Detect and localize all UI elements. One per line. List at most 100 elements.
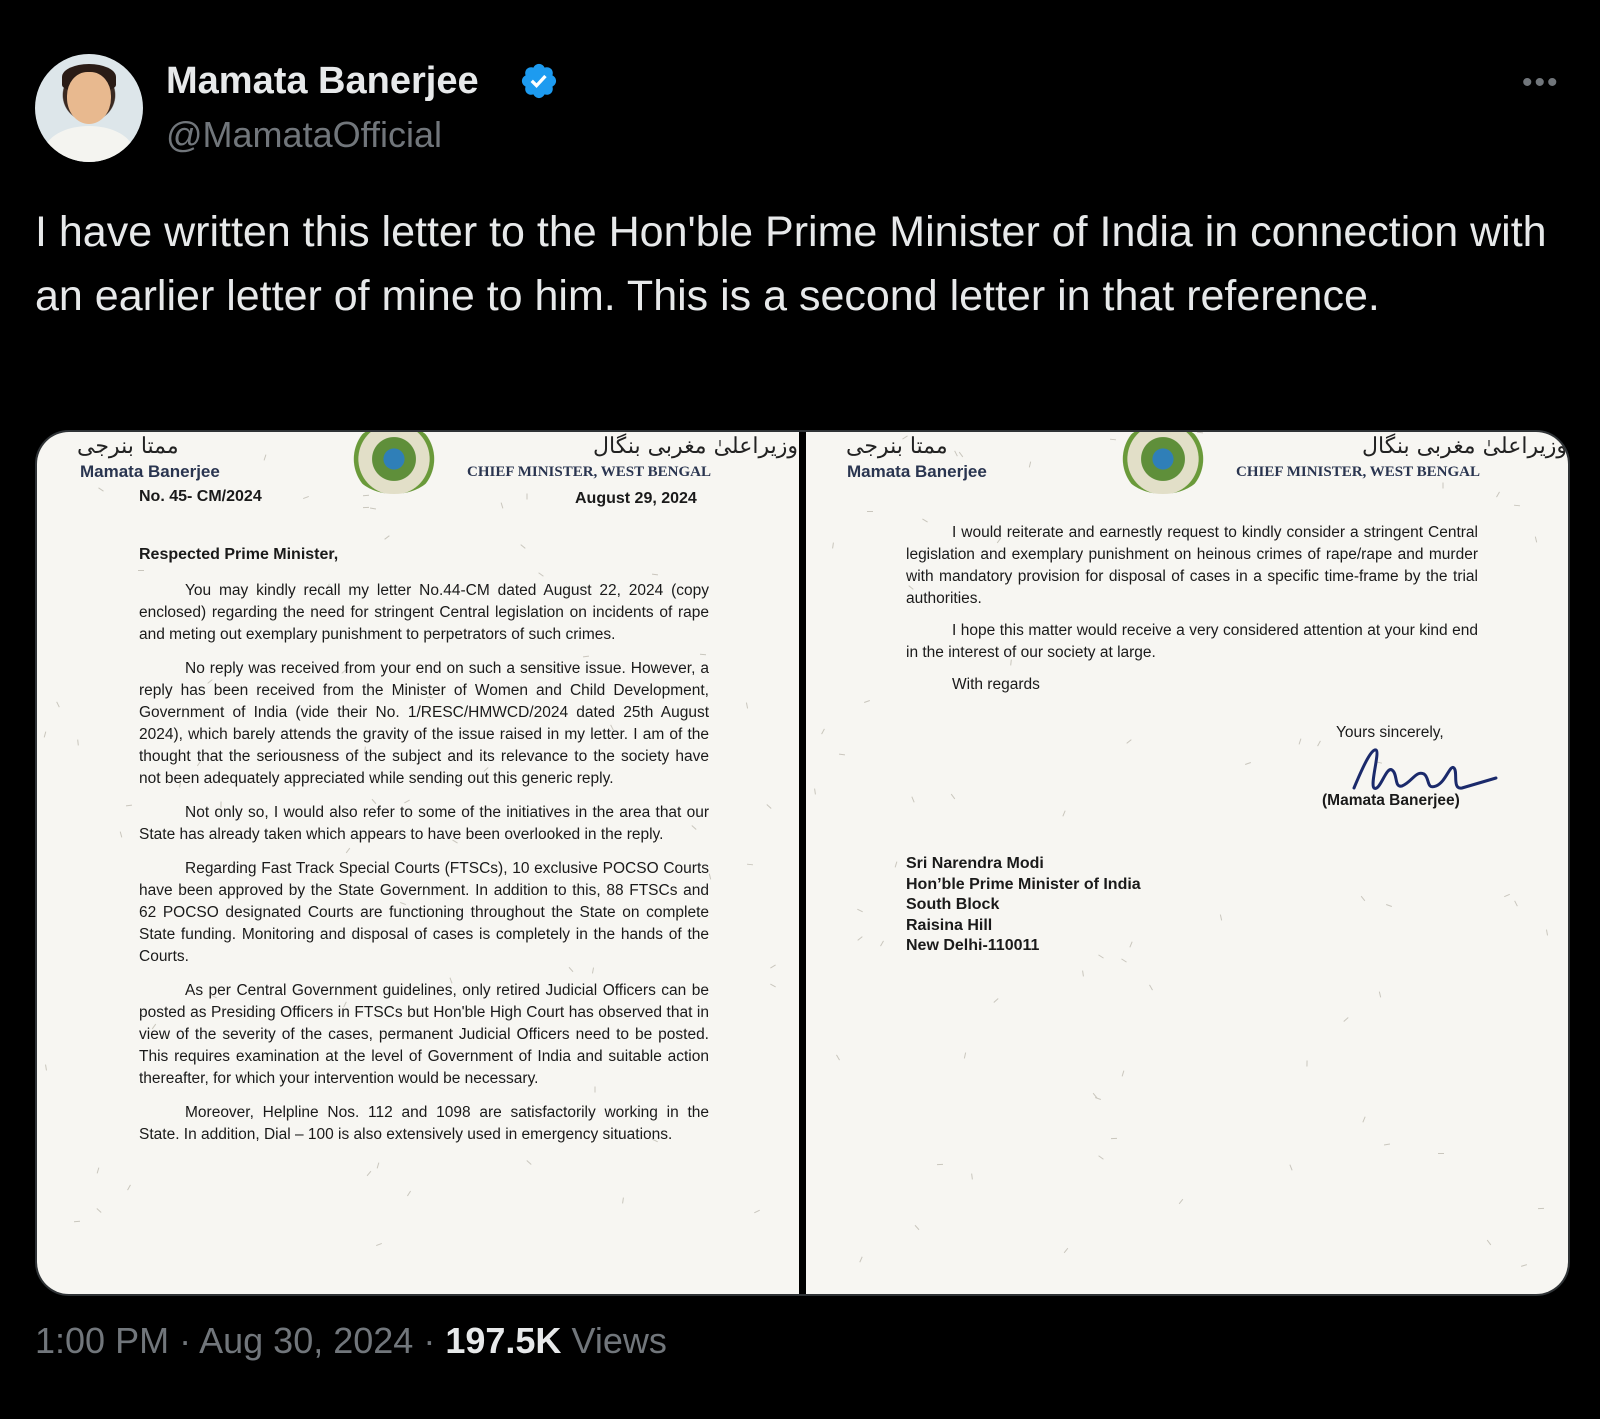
paper-fiber: [1513, 504, 1521, 507]
paper-fiber: [1520, 1264, 1528, 1267]
paper-fiber: [369, 507, 377, 510]
views-count[interactable]: 197.5K: [445, 1320, 561, 1361]
paper-fiber: [832, 542, 834, 549]
letter-number: No. 45- CM/2024: [139, 488, 262, 505]
views-label: Views: [571, 1320, 667, 1361]
paper-fiber: [963, 1052, 967, 1059]
tweet-text: I have written this letter to the Hon'bl…: [35, 208, 1547, 320]
avatar[interactable]: [35, 54, 143, 162]
paper-fiber: [526, 1160, 532, 1165]
address-line: Raisina Hill: [906, 916, 993, 934]
paper-fiber: [263, 454, 267, 461]
letterhead-title: CHIEF MINISTER, WEST BENGAL: [1236, 464, 1480, 480]
paragraph: I would reiterate and earnestly request …: [906, 524, 1478, 607]
paper-fiber: [127, 1184, 131, 1191]
paper-fiber: [56, 701, 60, 708]
paper-fiber: [1062, 810, 1066, 817]
paper-fiber: [125, 804, 133, 807]
paper-fiber: [745, 702, 749, 709]
paper-fiber: [1028, 461, 1032, 468]
paper-fiber: [119, 831, 123, 838]
paper-fiber: [303, 495, 309, 500]
paper-fiber: [1126, 739, 1132, 744]
letter-page-1[interactable]: ممتا بنرجی وزیراعلیٰ مغربی بنگال Mamata …: [37, 432, 799, 1294]
paper-fiber: [880, 940, 884, 947]
tweet-media[interactable]: ممتا بنرجی وزیراعلیٰ مغربی بنگال Mamata …: [35, 430, 1570, 1296]
paper-fiber: [1245, 762, 1251, 765]
letter-body: You may kindly recall my letter No.44-CM…: [139, 580, 709, 1158]
paper-fiber: [1383, 1143, 1391, 1146]
verified-badge-icon: [521, 63, 557, 99]
paper-fiber: [362, 506, 370, 509]
letterhead-name: Mamata Banerjee: [847, 462, 987, 481]
paper-fiber: [821, 728, 825, 735]
letterhead-urdu-title: وزیراعلیٰ مغربی بنگال: [1362, 434, 1567, 459]
paper-fiber: [1063, 1247, 1069, 1254]
paper-fiber: [866, 510, 874, 513]
paper-fiber: [538, 572, 544, 577]
regards: With regards: [952, 676, 1040, 693]
state-emblem-icon: [1118, 432, 1208, 494]
avatar-sari: [45, 126, 133, 162]
separator: ·: [179, 1320, 192, 1361]
paper-fiber: [836, 1054, 840, 1061]
paper-fiber: [1121, 958, 1127, 963]
more-options-icon[interactable]: •••: [1522, 66, 1560, 100]
tweet-date[interactable]: Aug 30, 2024: [199, 1320, 413, 1361]
paper-fiber: [1196, 432, 1204, 434]
paper-fiber: [1121, 1070, 1125, 1077]
tweet-meta: 1:00 PM · Aug 30, 2024 · 197.5K Views: [35, 1320, 667, 1362]
recipient-address: Sri Narendra Modi Hon’ble Prime Minister…: [906, 854, 1141, 957]
address-line: Sri Narendra Modi: [906, 855, 1044, 872]
salutation: Respected Prime Minister,: [139, 546, 339, 563]
paper-fiber: [766, 804, 772, 809]
paper-fiber: [954, 450, 958, 457]
paper-fiber: [1289, 1164, 1293, 1171]
closing: Yours sincerely,: [1336, 724, 1444, 741]
paper-fiber: [1534, 536, 1538, 543]
paper-fiber: [520, 544, 526, 549]
paper-fiber: [958, 451, 964, 458]
tweet-time[interactable]: 1:00 PM: [35, 1320, 169, 1361]
paper-fiber: [993, 998, 999, 1003]
paper-fiber: [406, 1190, 412, 1197]
paper-fiber: [746, 863, 754, 866]
paper-fiber: [98, 487, 104, 492]
paper-fiber: [1298, 738, 1302, 745]
paper-fiber: [1343, 1017, 1349, 1022]
author-handle[interactable]: @MamataOfficial: [166, 114, 442, 156]
letterhead-urdu-title: وزیراعلیٰ مغربی بنگال: [593, 434, 798, 459]
paragraph: I hope this matter would receive a very …: [906, 622, 1478, 661]
paper-fiber: [770, 983, 776, 988]
avatar-face: [67, 72, 111, 124]
paragraph: As per Central Government guidelines, on…: [139, 982, 709, 1087]
paper-fiber: [45, 1064, 47, 1071]
letter-page-2[interactable]: ممتا بنرجی وزیراعلیٰ مغربی بنگال Mamata …: [806, 432, 1568, 1294]
paper-fiber: [77, 739, 79, 746]
separator: ·: [423, 1320, 436, 1361]
paper-fiber: [708, 873, 712, 880]
paper-fiber: [1092, 1092, 1098, 1099]
paper-fiber: [1545, 929, 1549, 936]
paper-fiber: [1486, 1239, 1492, 1246]
paper-fiber: [43, 731, 47, 738]
author-name[interactable]: Mamata Banerjee: [166, 60, 479, 103]
paper-fiber: [500, 502, 504, 509]
paper-fiber: [1360, 895, 1366, 902]
paper-fiber: [911, 796, 915, 803]
paper-fiber: [1496, 491, 1500, 498]
address-line: South Block: [906, 896, 1000, 913]
paper-fiber: [96, 1167, 100, 1174]
paper-fiber: [362, 494, 370, 497]
paper-fiber: [366, 1170, 372, 1177]
paper-fiber: [1306, 1060, 1308, 1067]
paper-fiber: [1362, 1116, 1366, 1123]
address-line: Hon’ble Prime Minister of India: [906, 875, 1141, 893]
paper-fiber: [1514, 900, 1518, 907]
paper-fiber: [1149, 984, 1153, 991]
paper-fiber: [96, 1208, 102, 1213]
paper-fiber: [651, 573, 659, 576]
paper-fiber: [914, 1224, 920, 1231]
paper-fiber: [859, 1256, 863, 1263]
paper-fiber: [1109, 438, 1117, 441]
